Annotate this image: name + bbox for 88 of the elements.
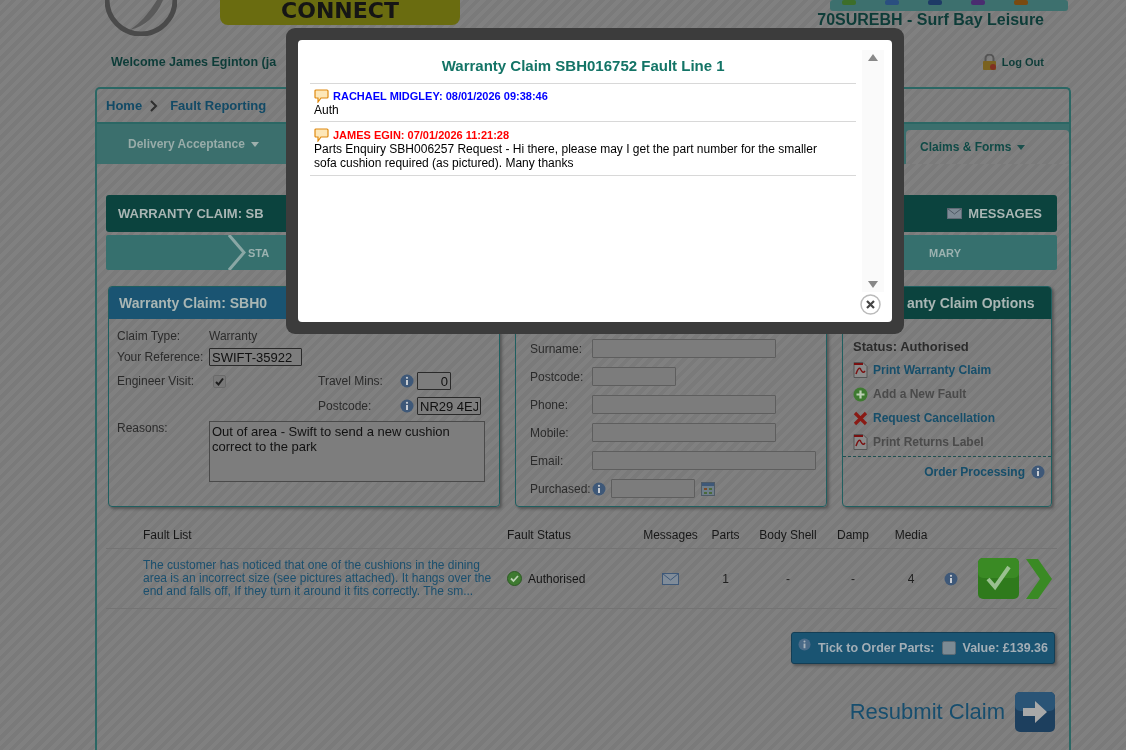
arrow-right-button[interactable]	[1015, 692, 1055, 732]
fault-status: Authorised	[528, 571, 586, 586]
input-field[interactable]	[592, 423, 776, 442]
field-label: Reasons:	[117, 421, 169, 435]
cross-icon	[853, 410, 868, 426]
envelope-icon	[947, 208, 963, 219]
table-cell-text: 4	[906, 571, 916, 586]
scrollbar[interactable]	[862, 50, 884, 292]
travel-mins-field[interactable]: 0	[417, 372, 451, 390]
lock-icon	[981, 54, 997, 70]
table-cell-text: 1	[721, 571, 730, 586]
check-circle-icon	[507, 571, 522, 586]
field-label: Postcode:	[530, 369, 585, 384]
logo-icon	[105, 0, 177, 36]
pdf-icon	[853, 434, 868, 450]
breadcrumb-link[interactable]: Fault Reporting	[170, 98, 267, 113]
chevron-icon	[150, 99, 159, 112]
input-field[interactable]	[611, 479, 695, 498]
column-header: Messages	[642, 528, 699, 542]
fault-description-link[interactable]: The customer has noticed that one of the cushions in the dining area is an incorrect size (see pictures attached). It hangs over the end and falls off, If they turn it around it fits correctly. The sm...	[143, 559, 507, 598]
input-field[interactable]	[592, 339, 776, 358]
info-icon[interactable]	[400, 399, 414, 413]
calendar-icon[interactable]	[701, 481, 715, 496]
engineer-visit-checkbox[interactable]	[213, 374, 226, 388]
field-label: Phone:	[530, 397, 570, 412]
field-label: Engineer Visit:	[117, 374, 196, 388]
envelope-icon[interactable]	[662, 572, 679, 585]
info-icon[interactable]	[798, 638, 812, 651]
reasons-field[interactable]: Out of area - Swift to send a new cushion correct to the park	[209, 421, 485, 482]
claim-status: Status: Authorised	[853, 339, 970, 356]
step-label: STA	[248, 246, 270, 259]
column-header: Parts	[710, 528, 741, 542]
option-link[interactable]: Print Warranty Claim	[853, 358, 1051, 382]
nav-tab[interactable]: Delivery Acceptance	[97, 124, 259, 164]
order-parts-checkbox[interactable]	[941, 641, 956, 655]
step-separator-icon	[228, 235, 246, 270]
input-field[interactable]	[592, 395, 776, 414]
caret-icon	[250, 141, 259, 147]
order-processing-link[interactable]: Order Processing	[924, 465, 1025, 479]
field-label: Email:	[530, 453, 565, 468]
column-header: Fault Status	[507, 528, 573, 542]
field-label: Mobile:	[530, 425, 570, 440]
step-label: MARY	[929, 246, 961, 259]
add-icon	[853, 386, 868, 402]
info-icon[interactable]	[400, 374, 414, 388]
approve-button[interactable]	[978, 558, 1019, 599]
column-header: Media	[893, 528, 929, 542]
logo-text: CONNECT	[220, 0, 460, 25]
dialog-title: Warranty Claim SBH016752 Fault Line 1	[310, 40, 857, 84]
option-link[interactable]: Request Cancellation	[853, 406, 1051, 430]
info-icon[interactable]	[592, 481, 606, 496]
resubmit-link[interactable]: Resubmit Claim	[849, 699, 1005, 725]
table-cell-text: -	[850, 571, 856, 586]
info-icon[interactable]	[944, 571, 958, 586]
reference-field[interactable]: SWIFT-35922	[209, 348, 302, 366]
dealer-name: 70SUREBH - Surf Bay Leisure	[817, 11, 1044, 28]
order-value: Value: £139.36	[962, 641, 1048, 655]
claim-type-value: Warranty	[209, 329, 258, 343]
claim-title: WARRANTY CLAIM: SB	[118, 206, 264, 221]
column-header: Body Shell	[758, 528, 818, 542]
order-parts-label: Tick to Order Parts:	[818, 641, 935, 655]
message-text: Parts Enquiry SBH006257 Request - Hi there, please may I get the part number for the smaller sofa cushion required (as pictured). Many thanks	[314, 142, 818, 170]
speech-bubble-icon	[314, 89, 329, 103]
field-label: Postcode:	[318, 399, 373, 413]
field-label: Purchased:	[530, 481, 592, 496]
close-icon[interactable]	[860, 294, 881, 315]
message-author: JAMES EGIN: 07/01/2026 11:21:28	[333, 129, 510, 141]
scroll-up-icon[interactable]	[868, 54, 879, 61]
input-field[interactable]	[592, 367, 676, 386]
column-header: Damp	[836, 528, 870, 542]
table-cell-text: -	[785, 571, 791, 586]
field-label: Surname:	[530, 341, 584, 356]
input-field[interactable]	[592, 451, 816, 470]
breadcrumb-link[interactable]: Home	[106, 98, 143, 113]
nav-tab[interactable]: Claims & Forms	[906, 130, 1069, 164]
pdf-icon	[853, 362, 868, 378]
column-header: Fault List	[143, 528, 193, 542]
logout-link[interactable]: Log Out	[1001, 56, 1044, 68]
message-author: RACHAEL MIDGLEY: 08/01/2026 09:38:46	[333, 90, 548, 102]
postcode-field[interactable]: NR29 4EJ	[417, 397, 481, 415]
field-label: Your Reference:	[117, 350, 205, 364]
caret-icon	[1017, 144, 1026, 150]
info-icon[interactable]	[1031, 465, 1045, 479]
messages-button[interactable]: MESSAGES	[947, 206, 1042, 221]
field-label: Claim Type:	[117, 329, 182, 343]
message-text: Auth	[314, 103, 340, 117]
speech-bubble-icon	[314, 128, 329, 142]
field-label: Travel Mins:	[318, 374, 384, 388]
